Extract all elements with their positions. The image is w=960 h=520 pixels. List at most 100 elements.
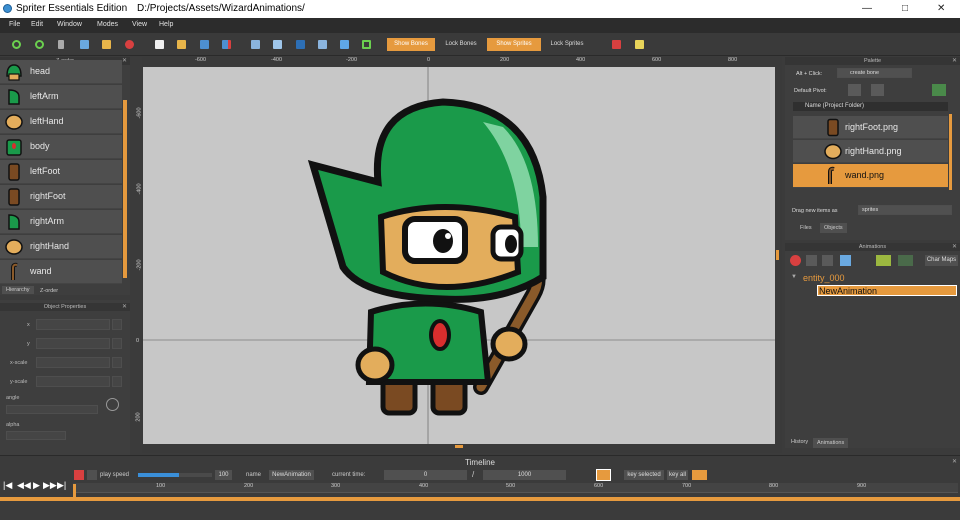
palette-scrollbar[interactable] [949,114,952,190]
view-icon-4[interactable] [318,40,327,49]
curve-icon[interactable] [692,470,707,480]
animation-name-field[interactable]: NewAnimation [269,470,314,480]
canvas-hscroll[interactable] [455,445,463,448]
zorder-item-rightfoot[interactable]: rightFoot [0,185,122,209]
current-time-field[interactable]: 0 [384,470,467,480]
xscale-field[interactable] [36,357,110,368]
note-icon[interactable] [635,40,644,49]
remove-animation-icon[interactable] [790,255,801,266]
entity-expand-icon[interactable]: ▼ [791,274,797,280]
x-spinner[interactable] [112,319,122,330]
play-speed-value[interactable]: 100 [215,470,232,480]
tab-files[interactable]: Files [796,224,816,232]
pivot-copy-icon[interactable] [848,84,861,96]
key-all-button[interactable]: key all [667,470,688,480]
delete-icon[interactable] [125,40,134,49]
zorder-item-body[interactable]: body [0,135,122,159]
key-selected-button[interactable]: key selected [624,470,664,480]
zorder-item-wand[interactable]: wand [0,260,122,284]
y-field[interactable] [36,338,110,349]
angle-dial-icon[interactable] [106,398,119,411]
total-time-field[interactable]: 1000 [483,470,566,480]
redo-icon[interactable] [35,40,44,49]
y-spinner[interactable] [112,338,122,349]
alpha-slider[interactable] [6,431,66,440]
menu-modes[interactable]: Modes [97,21,118,28]
menu-file[interactable]: File [9,21,20,28]
play-speed-slider[interactable] [138,473,212,477]
angle-field[interactable] [6,405,98,414]
menu-window[interactable]: Window [57,21,82,28]
maximize-button[interactable]: □ [902,3,908,14]
zorder-item-rightarm[interactable]: rightArm [0,210,122,234]
file-item-rightfoot[interactable]: rightFoot.png [793,116,948,139]
timeline-ruler[interactable] [73,483,958,493]
timeline-scrollbar[interactable] [0,497,960,501]
open-folder-icon[interactable] [177,40,186,49]
file-item-wand[interactable]: wand.png [793,164,948,188]
tab-animations[interactable]: Animations [813,438,849,448]
lock-sprites-button[interactable]: Lock Sprites [546,38,588,51]
loop-toggle-icon[interactable] [596,469,611,481]
tab-objects[interactable]: Objects [820,223,847,233]
lock-bones-button[interactable]: Lock Bones [440,38,482,51]
cut-icon[interactable] [58,40,64,49]
zorder-item-righthand[interactable]: rightHand [0,235,122,259]
objprops-close-icon[interactable]: ✕ [122,303,127,310]
canvas-vscroll[interactable] [776,250,779,260]
play-button[interactable]: ▶ [33,480,40,491]
close-button[interactable]: ✕ [937,3,945,14]
show-sprites-button[interactable]: Show Sprites [487,38,541,51]
view-icon-3[interactable] [296,40,305,49]
zorder-close-icon[interactable]: ✕ [122,57,127,64]
zorder-item-leftfoot[interactable]: leftFoot [0,160,122,184]
new-file-icon[interactable] [155,40,164,49]
save-icon[interactable] [200,40,209,49]
pivot-paste-icon[interactable] [871,84,884,96]
fullscreen-icon[interactable] [898,255,913,266]
menu-edit[interactable]: Edit [31,21,43,28]
step-forward-button[interactable]: ▶▶ [43,480,57,491]
show-bones-button[interactable]: Show Bones [387,38,435,51]
jump-start-button[interactable]: |◀ [3,480,12,491]
step-back-button[interactable]: ◀◀ [17,480,31,491]
options-icon[interactable] [87,470,97,480]
add-entity-icon[interactable] [806,255,817,266]
file-list-header[interactable]: Name (Project Folder) [793,102,948,111]
view-icon-5[interactable] [340,40,349,49]
minimize-button[interactable]: — [862,3,872,14]
duplicate-animation-icon[interactable] [840,255,851,266]
file-item-righthand[interactable]: rightHand.png [793,140,948,163]
x-field[interactable] [36,319,110,330]
entity-item[interactable]: entity_000 [803,273,845,283]
editor-canvas[interactable] [143,67,775,444]
zorder-scrollbar[interactable] [123,100,127,278]
record-key-icon[interactable] [74,470,84,480]
undo-icon[interactable] [12,40,21,49]
animations-close-icon[interactable]: ✕ [952,243,957,250]
alt-click-select[interactable]: create bone [837,68,912,78]
fit-view-icon[interactable] [362,40,371,49]
record-icon[interactable] [612,40,621,49]
drag-items-select[interactable]: sprites [858,205,952,215]
zorder-item-lefthand[interactable]: leftHand [0,110,122,134]
yscale-field[interactable] [36,376,110,387]
save-as-icon[interactable] [222,40,231,49]
view-icon-2[interactable] [273,40,282,49]
image-icon[interactable] [876,255,891,266]
paste-icon[interactable] [102,40,111,49]
tab-hierarchy[interactable]: Hierarchy [2,286,34,294]
jump-end-button[interactable]: ▶| [57,480,66,491]
refresh-icon[interactable] [932,84,946,96]
timeline-close-icon[interactable]: ✕ [952,458,957,465]
zorder-item-leftarm[interactable]: leftArm [0,85,122,109]
char-maps-button[interactable]: Char Maps [925,255,958,266]
tab-zorder[interactable]: Z-order [36,287,62,295]
view-icon-1[interactable] [251,40,260,49]
zorder-item-head[interactable]: head [0,60,122,84]
tab-history[interactable]: History [787,438,812,447]
add-animation-icon[interactable] [822,255,833,266]
menu-view[interactable]: View [132,21,147,28]
xscale-spinner[interactable] [112,357,122,368]
yscale-spinner[interactable] [112,376,122,387]
